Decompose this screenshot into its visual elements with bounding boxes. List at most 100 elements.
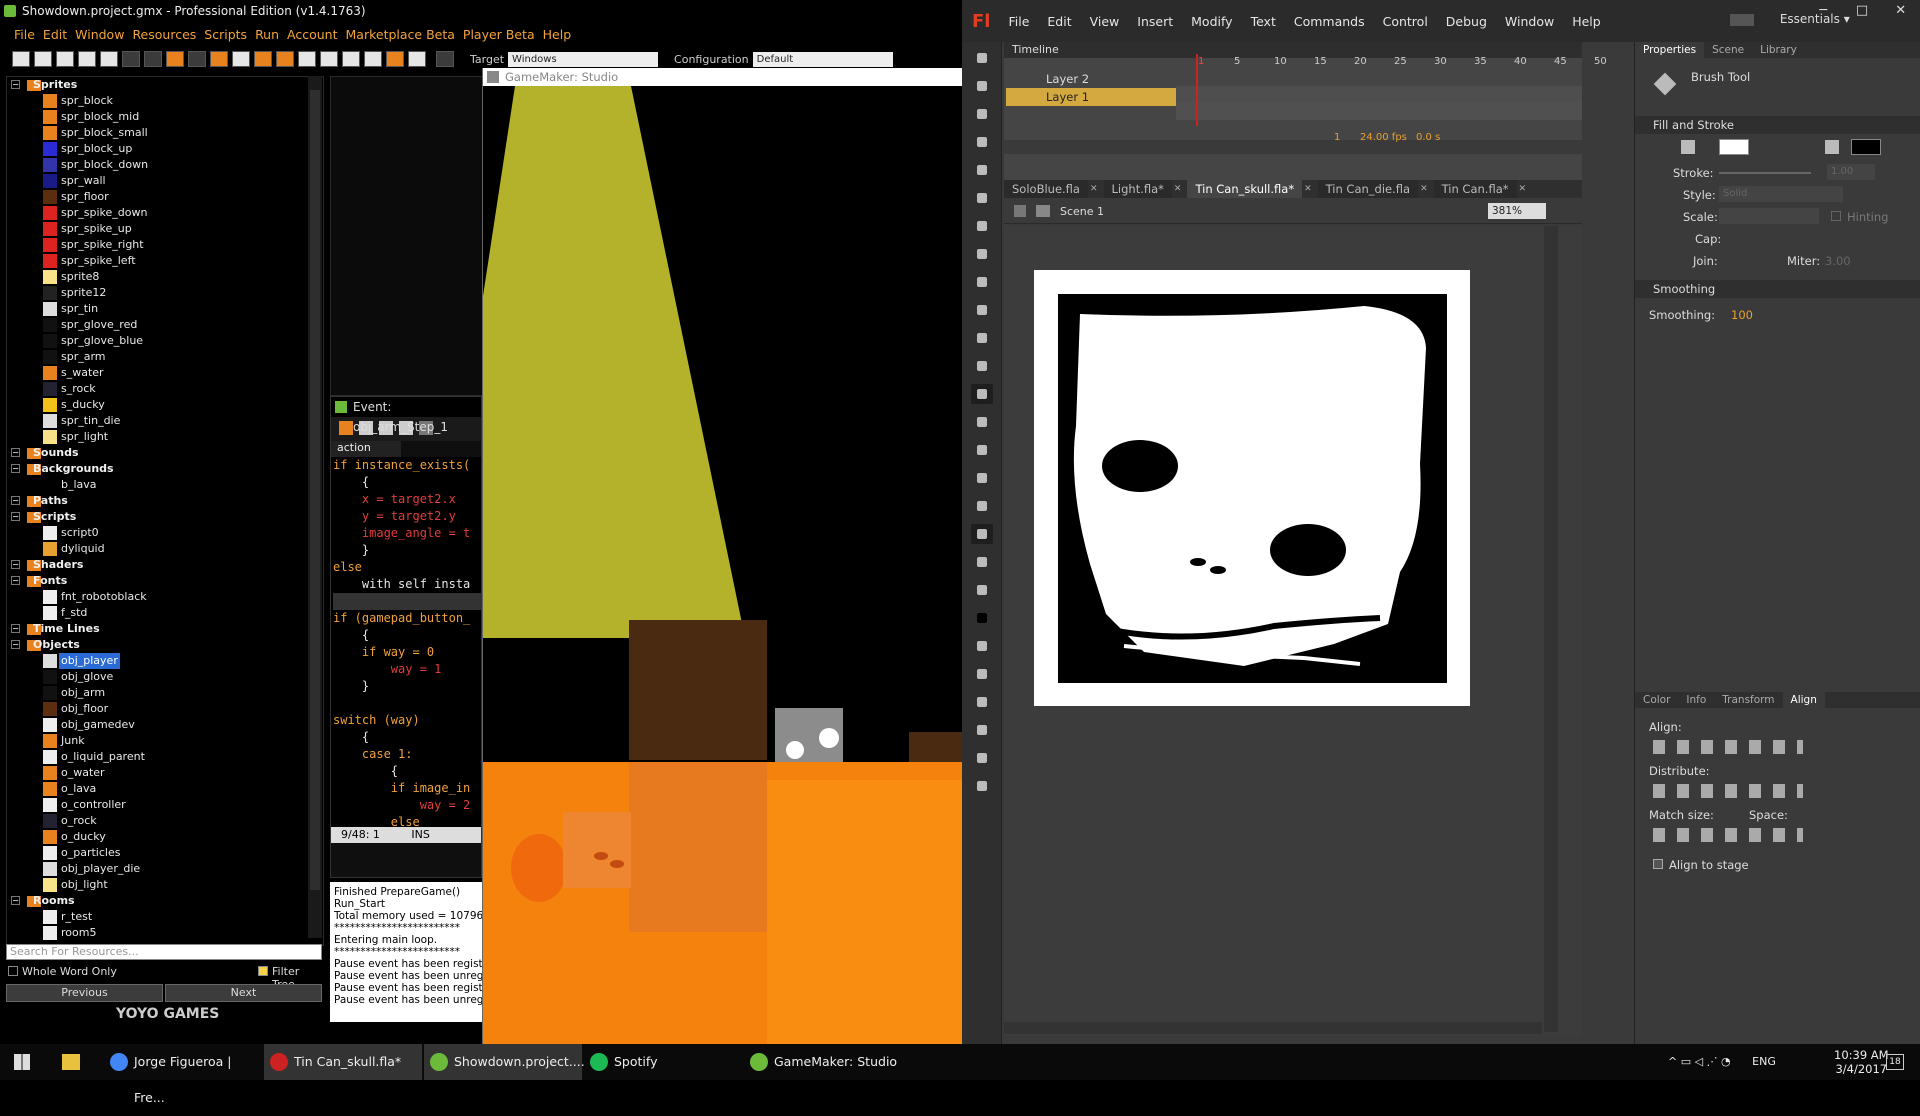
resource-item[interactable]: o_water xyxy=(7,765,323,781)
stage-hscroll[interactable] xyxy=(1004,1022,1542,1034)
expand-toggle-icon[interactable]: − xyxy=(11,496,20,505)
stroke-input[interactable]: 1.00 xyxy=(1827,164,1875,180)
layer-2[interactable]: Layer 2 xyxy=(1006,70,1176,88)
resource-item[interactable]: script0 xyxy=(7,525,323,541)
tray-icons[interactable]: ^ ▭ ◁ ⋰ ◔ xyxy=(1668,1055,1731,1068)
resource-group[interactable]: − Objects xyxy=(7,637,323,653)
brush-tool-icon[interactable] xyxy=(970,384,993,404)
resource-item[interactable]: spr_block xyxy=(7,93,323,109)
resource-item[interactable]: spr_tin xyxy=(7,301,323,317)
align-stage-checkbox[interactable] xyxy=(1653,859,1663,869)
resource-group[interactable]: − Rooms xyxy=(7,893,323,909)
stage-vscroll[interactable] xyxy=(1544,226,1558,1032)
resource-item[interactable]: spr_block_small xyxy=(7,125,323,141)
lang-indicator[interactable]: ENG xyxy=(1752,1055,1776,1068)
tab-close-icon[interactable]: ✕ xyxy=(1174,180,1182,198)
resource-group[interactable]: − Paths xyxy=(7,493,323,509)
lock-fill-icon[interactable] xyxy=(971,776,993,796)
resource-item[interactable]: obj_light xyxy=(7,877,323,893)
save-icon[interactable] xyxy=(56,51,74,67)
resource-item[interactable]: o_rock xyxy=(7,813,323,829)
tab-close-icon[interactable]: ✕ xyxy=(1304,180,1312,198)
flash-menu-5[interactable]: Text xyxy=(1251,14,1276,29)
expand-toggle-icon[interactable]: − xyxy=(11,512,20,521)
object-icon[interactable] xyxy=(386,51,404,67)
paint-bucket-icon[interactable] xyxy=(971,412,993,432)
windows-start-icon[interactable] xyxy=(14,1054,30,1070)
gm-menu-5[interactable]: Run xyxy=(255,25,279,45)
doc-tab[interactable]: Tin Can_skull.fla* xyxy=(1187,180,1303,198)
stroke-slider[interactable] xyxy=(1719,172,1811,174)
resource-item[interactable]: o_lava xyxy=(7,781,323,797)
gm-menu-1[interactable]: Edit xyxy=(43,25,67,45)
expand-toggle-icon[interactable]: − xyxy=(11,448,20,457)
resource-item[interactable]: Junk xyxy=(7,733,323,749)
playhead[interactable] xyxy=(1196,54,1198,126)
fps-display[interactable]: 24.00 fps xyxy=(1360,132,1407,143)
expand-toggle-icon[interactable]: − xyxy=(11,576,20,585)
align-panel-tab[interactable]: Color xyxy=(1635,692,1678,708)
expand-toggle-icon[interactable]: − xyxy=(11,80,20,89)
resource-item[interactable]: obj_arm xyxy=(7,685,323,701)
tab-close-icon[interactable]: ✕ xyxy=(1090,180,1098,198)
stroke-color-icon[interactable] xyxy=(971,580,993,600)
timeline-tab[interactable]: Timeline xyxy=(1004,42,1582,58)
notification-icon[interactable]: 18 xyxy=(1886,1054,1904,1070)
resource-item[interactable]: spr_spike_down xyxy=(7,205,323,221)
open-icon[interactable] xyxy=(34,51,52,67)
file-explorer-icon[interactable] xyxy=(62,1054,80,1070)
pen-tool-icon[interactable] xyxy=(971,188,993,208)
resource-group[interactable]: − Scripts xyxy=(7,509,323,525)
filter-tree-checkbox[interactable] xyxy=(258,966,268,976)
text-tool-icon[interactable] xyxy=(971,216,993,236)
subselection-tool-icon[interactable] xyxy=(971,76,993,96)
whole-word-checkbox[interactable] xyxy=(8,966,18,976)
selection-tool-icon[interactable] xyxy=(971,48,993,68)
flash-menu-8[interactable]: Debug xyxy=(1446,14,1487,29)
gm-menu-6[interactable]: Account xyxy=(287,25,337,45)
clock[interactable]: 10:39 AM 3/4/2017 xyxy=(1834,1048,1889,1076)
action-tab[interactable]: action xyxy=(331,441,401,457)
align-panel-tab[interactable]: Align xyxy=(1782,692,1825,708)
layer-1[interactable]: Layer 1 xyxy=(1006,88,1176,106)
properties-tab[interactable]: Scene xyxy=(1704,42,1752,58)
resource-item[interactable]: spr_block_down xyxy=(7,157,323,173)
pencil-tool-icon[interactable] xyxy=(971,356,993,376)
align-icons[interactable] xyxy=(1653,740,1803,754)
resource-group[interactable]: − Sounds xyxy=(7,445,323,461)
resource-tree[interactable]: − Sprites spr_block spr_block_mid spr_block_… xyxy=(6,76,324,946)
resource-item[interactable]: spr_spike_left xyxy=(7,253,323,269)
resource-item[interactable]: o_controller xyxy=(7,797,323,813)
resource-item[interactable]: spr_spike_up xyxy=(7,221,323,237)
doc-tab[interactable]: Tin Can_die.fla xyxy=(1317,180,1419,198)
resource-group[interactable]: − Backgrounds xyxy=(7,461,323,477)
resource-item[interactable]: obj_floor xyxy=(7,701,323,717)
3d-rotation-icon[interactable] xyxy=(971,132,993,152)
resource-group[interactable]: − Time Lines xyxy=(7,621,323,637)
zoom-select[interactable]: 381% xyxy=(1488,203,1546,219)
sprite-icon[interactable] xyxy=(210,51,228,67)
align-panel-tab[interactable]: Info xyxy=(1678,692,1714,708)
resource-item[interactable]: sprite8 xyxy=(7,269,323,285)
smooth-icon[interactable] xyxy=(971,692,993,712)
swap-colors-icon[interactable] xyxy=(971,636,993,656)
taskbar-item[interactable]: Jorge Figueroa | Fre... xyxy=(104,1044,262,1105)
code-editor[interactable]: if instance_exists( { x = target2.x y = … xyxy=(331,457,481,827)
debug-run-icon[interactable] xyxy=(144,51,162,67)
resource-item[interactable]: spr_arm xyxy=(7,349,323,365)
straighten-icon[interactable] xyxy=(971,720,993,740)
smoothing-section[interactable]: Smoothing xyxy=(1635,280,1920,298)
run-icon[interactable] xyxy=(122,51,140,67)
expand-toggle-icon[interactable]: − xyxy=(11,560,20,569)
gm-menu-8[interactable]: Player Beta xyxy=(463,25,535,45)
object-drawing-icon[interactable] xyxy=(971,748,993,768)
fill-color-icon[interactable] xyxy=(971,608,993,628)
flash-menu-9[interactable]: Window xyxy=(1505,14,1554,29)
stroke-color-swatch[interactable] xyxy=(1719,139,1749,155)
tab-close-icon[interactable]: ✕ xyxy=(1519,180,1527,198)
resource-item[interactable]: spr_block_up xyxy=(7,141,323,157)
resource-item[interactable]: f_std xyxy=(7,605,323,621)
flash-menu-4[interactable]: Modify xyxy=(1191,14,1232,29)
properties-tab[interactable]: Properties xyxy=(1635,42,1705,58)
expand-toggle-icon[interactable]: − xyxy=(11,624,20,633)
